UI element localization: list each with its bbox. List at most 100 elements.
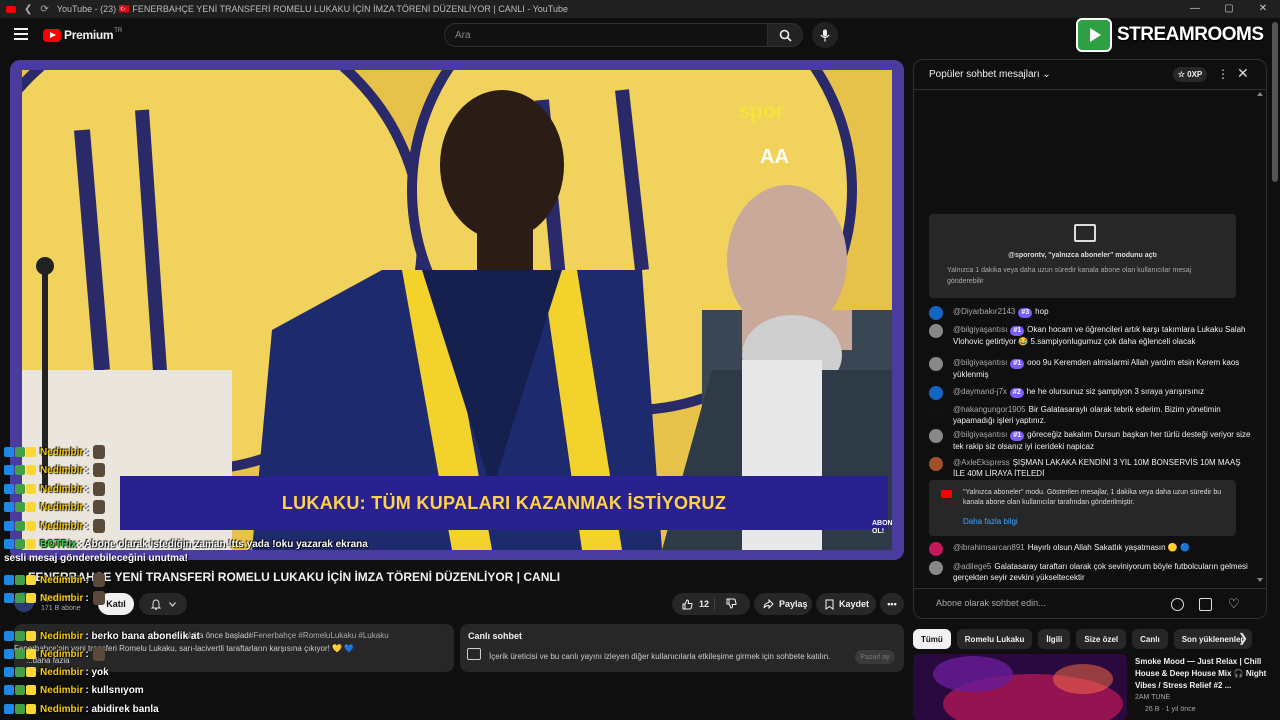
super-chat-icon[interactable] <box>1199 598 1212 611</box>
recommendation-title[interactable]: Smoke Mood — Just Relax | Chill House & … <box>1135 656 1275 692</box>
recommendation-channel[interactable]: 2AM TUNE <box>1135 694 1170 701</box>
overlay-chat-message: : <box>85 648 89 660</box>
chat-rank-badge: #2 <box>1009 388 1024 398</box>
xp-badge[interactable]: ☆ 0XP <box>1173 67 1207 82</box>
chat-avatar[interactable] <box>929 404 943 418</box>
overlay-chat-message: : <box>85 501 89 513</box>
reload-icon[interactable]: ⟳ <box>40 4 48 15</box>
overlay-chat-row: Nedimbir: kullsnıyom <box>4 681 144 699</box>
chat-message-text: Galatasaray taraftarı olarak çok seviniy… <box>953 562 1248 582</box>
overlay-chat-row: Nedimbir: <box>4 645 105 663</box>
chat-author[interactable]: @bilgiyaşantısı <box>953 325 1007 334</box>
overlay-chat-username: Nedimbir <box>40 501 84 513</box>
overlay-chat-username: BOTRix <box>40 538 77 550</box>
overlay-chat-row: Nedimbir: yok <box>4 663 109 681</box>
chat-author[interactable]: @AxleEkspress <box>953 458 1010 467</box>
chat-author[interactable]: @hakangungor1905 <box>953 405 1026 414</box>
overlay-chat-row: Nedimbir: abidirek banla <box>4 700 159 718</box>
share-button[interactable]: Paylaş <box>754 593 812 615</box>
overlay-chat-message: : <box>85 520 89 532</box>
chat-scrollbar[interactable] <box>1256 92 1263 582</box>
chat-mode-selector[interactable]: Popüler sohbet mesajları ⌄ <box>929 69 1051 80</box>
chip-4[interactable]: Canlı <box>1132 629 1168 649</box>
chat-message: @daymand-j7x #2 he he olursunuz siz şampiy… <box>929 386 1251 400</box>
chat-author[interactable]: @bilgiyaşantısı <box>953 430 1007 439</box>
overlay-chat-wrapped-line: sesli mesaj gönderebileceğini unutma! <box>4 553 188 564</box>
logo-country: TR <box>114 28 123 34</box>
notification-bell-button[interactable] <box>139 593 187 615</box>
share-icon <box>763 599 774 609</box>
live-chat-card-button[interactable]: Pazarl ay <box>855 650 895 664</box>
user-badges <box>4 631 36 641</box>
emoji-icon[interactable] <box>1171 598 1184 611</box>
chip-2[interactable]: İlgili <box>1038 629 1071 649</box>
logo-text: Premium <box>64 28 114 42</box>
back-icon[interactable]: ❮ <box>24 4 32 15</box>
chevron-down-icon: ⌄ <box>1042 69 1051 80</box>
recommendation-thumbnail[interactable] <box>913 654 1127 720</box>
chip-1[interactable]: Romelu Lukaku <box>956 629 1033 649</box>
search-button[interactable] <box>767 23 803 47</box>
learn-more-link[interactable]: Daha fazla bilgi <box>963 517 1018 526</box>
chat-message: @AxleEkspress ŞIŞMAN LAKAKA KENDİNİ 3 YIL… <box>929 457 1251 479</box>
overlay-chat-row: Nedimbir: <box>4 443 105 461</box>
user-badges <box>4 575 36 585</box>
user-badges <box>4 593 36 603</box>
thumbs-down-icon[interactable] <box>726 598 737 609</box>
chat-author[interactable]: @adilege5 <box>953 562 991 571</box>
chat-author[interactable]: @daymand-j7x <box>953 387 1007 396</box>
more-horizontal-icon: ••• <box>887 599 897 609</box>
more-actions-button[interactable]: ••• <box>880 593 904 615</box>
youtube-play-icon <box>43 28 61 42</box>
heart-icon[interactable]: ♡ <box>1228 596 1240 612</box>
search-input[interactable]: Ara <box>444 23 768 47</box>
like-button[interactable]: 12 <box>672 593 750 615</box>
chat-avatar[interactable] <box>929 306 943 320</box>
overlay-chat-username: Nedimbir <box>40 446 84 458</box>
page-scrollbar[interactable] <box>1272 22 1278 182</box>
subscribers-only-notice: @sporontv, "yalnızca aboneler" modunu aç… <box>929 214 1236 298</box>
chat-input-bar: Abone olarak sohbet edin... ♡ <box>914 588 1266 618</box>
chat-avatar[interactable] <box>929 386 943 400</box>
chat-avatar[interactable] <box>929 324 943 338</box>
chip-3[interactable]: Size özel <box>1076 629 1127 649</box>
yt-notice-text: "Yalnızca aboneler" modu. Gösterilen mes… <box>963 489 1222 506</box>
chat-avatar[interactable] <box>929 457 943 471</box>
chip-0[interactable]: Tümü <box>913 629 951 649</box>
chat-author[interactable]: @Diyarbakır2143 <box>953 307 1015 316</box>
chat-message-text: he he olursunuz siz şampiyon 3 sıraya ya… <box>1026 387 1205 396</box>
recommendation-meta: 26 B · 1 yıl önce <box>1145 706 1196 713</box>
chat-avatar[interactable] <box>929 561 943 575</box>
bell-icon <box>150 598 161 610</box>
overlay-chat-row: BOTRix: Abone olarak istediğin zaman !tt… <box>4 535 368 553</box>
video-play-icon <box>1074 224 1096 242</box>
video-player[interactable]: spor AA LUKAKU: TÜM KUPALARI KAZANMAK İS… <box>22 70 892 550</box>
emote-icon <box>92 573 105 587</box>
chat-avatar[interactable] <box>929 542 943 556</box>
chevron-right-icon[interactable]: ❯ <box>1238 631 1248 645</box>
chat-author[interactable]: @ibrahimsarcan891 <box>953 543 1025 552</box>
tab-title: YouTube - (23) 🇹🇷 FENERBAHÇE YENİ TRANSF… <box>56 3 568 14</box>
emote-icon <box>92 463 105 477</box>
like-count: 12 <box>699 599 710 609</box>
more-vertical-icon[interactable]: ⋮ <box>1217 67 1229 81</box>
youtube-premium-logo[interactable]: Premium TR <box>43 28 122 42</box>
chat-message: @adilege5 Galatasaray taraftarı olarak ço… <box>929 561 1251 583</box>
chat-rank-badge: #1 <box>1010 326 1025 336</box>
save-button[interactable]: Kaydet <box>816 593 876 615</box>
spor-channel-logo: spor <box>738 98 784 123</box>
overlay-chat-username: Nedimbir <box>40 592 84 604</box>
streamrooms-play-icon <box>1076 18 1112 52</box>
chat-avatar[interactable] <box>929 429 943 443</box>
emote-icon <box>92 482 105 496</box>
chat-author[interactable]: @bilgiyaşantısı <box>953 358 1007 367</box>
voice-search-button[interactable] <box>812 22 838 48</box>
description-tags[interactable]: #Fenerbahçe #RomeluLukaku #Lukaku <box>249 631 389 640</box>
chat-input[interactable]: Abone olarak sohbet edin... <box>936 598 1046 608</box>
overlay-chat-row: Nedimbir: <box>4 461 105 479</box>
overlay-chat-row: Nedimbir: <box>4 517 105 535</box>
menu-icon[interactable] <box>14 28 28 40</box>
close-chat-icon[interactable]: ✕ <box>1237 65 1249 82</box>
subscribe-corner-text: ABONE OL! <box>872 520 892 535</box>
chat-avatar[interactable] <box>929 357 943 371</box>
